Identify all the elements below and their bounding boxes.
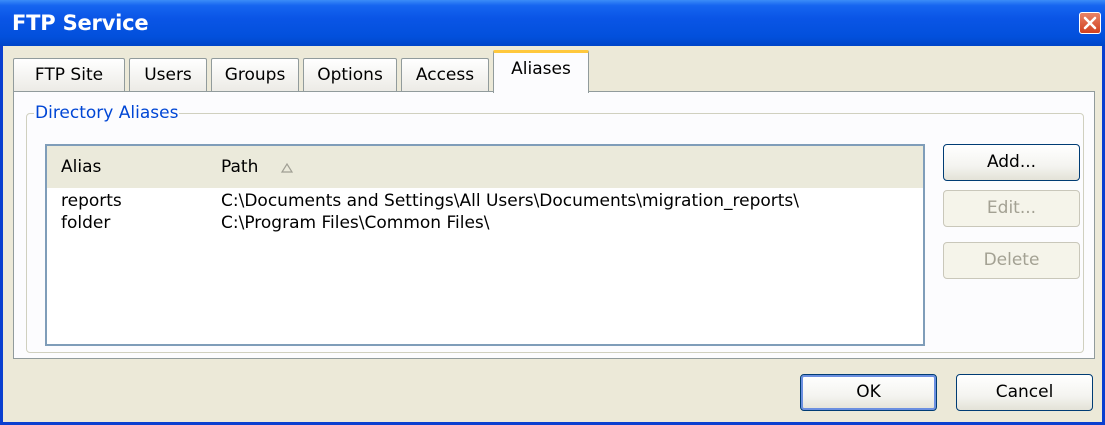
tab-strip: FTP Site Users Groups Options Access Ali… [13, 50, 1013, 93]
aliases-panel: Directory Aliases Alias Path reports C:\… [13, 91, 1095, 359]
tab-users[interactable]: Users [129, 58, 207, 91]
directory-aliases-group: Directory Aliases Alias Path reports C:\… [26, 103, 1084, 353]
tab-label: Groups [224, 65, 286, 85]
tab-label: Users [144, 65, 192, 85]
title-bar[interactable]: FTP Service [0, 0, 1105, 46]
table-row[interactable]: reports C:\Documents and Settings\All Us… [47, 191, 923, 213]
list-header: Alias Path [47, 146, 923, 188]
group-title: Directory Aliases [34, 103, 180, 123]
window-title: FTP Service [12, 11, 149, 35]
tab-groups[interactable]: Groups [211, 58, 299, 91]
tab-label: Aliases [511, 59, 571, 79]
path-cell: C:\Program Files\Common Files\ [221, 213, 490, 233]
column-header-alias[interactable]: Alias [61, 157, 101, 177]
tab-options[interactable]: Options [303, 58, 397, 91]
tab-ftp-site[interactable]: FTP Site [13, 58, 125, 91]
tab-access[interactable]: Access [401, 58, 489, 91]
column-header-path[interactable]: Path [221, 157, 258, 177]
tab-label: FTP Site [34, 65, 104, 85]
tab-aliases[interactable]: Aliases [493, 50, 589, 93]
alias-cell: folder [61, 213, 111, 233]
table-row[interactable]: folder C:\Program Files\Common Files\ [47, 213, 923, 235]
alias-cell: reports [61, 191, 122, 211]
ok-button[interactable]: OK [800, 374, 937, 411]
tab-label: Access [415, 65, 475, 85]
close-icon[interactable] [1079, 12, 1101, 34]
tab-label: Options [317, 65, 383, 85]
add-button[interactable]: Add... [943, 144, 1080, 181]
aliases-list[interactable]: Alias Path reports C:\Documents and Sett… [45, 144, 925, 346]
cancel-button[interactable]: Cancel [956, 374, 1093, 411]
path-cell: C:\Documents and Settings\All Users\Docu… [221, 191, 800, 211]
ftp-service-dialog: FTP Service FTP Site Users Groups Option… [0, 0, 1105, 425]
sort-triangle-icon [280, 162, 294, 173]
edit-button[interactable]: Edit... [943, 190, 1080, 227]
delete-button[interactable]: Delete [943, 242, 1080, 279]
